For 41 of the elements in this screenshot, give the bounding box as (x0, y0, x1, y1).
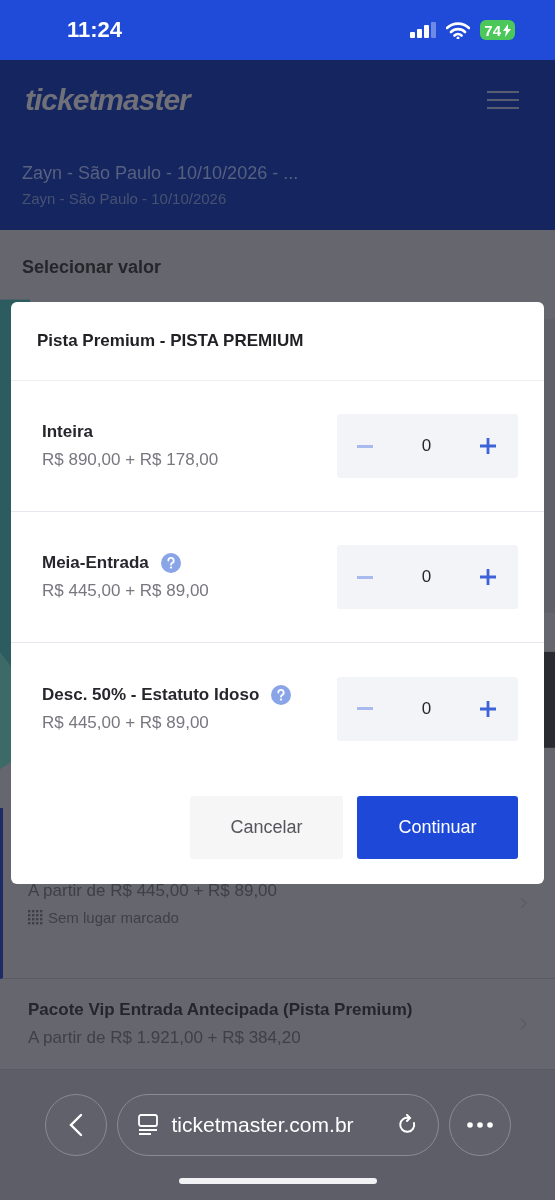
option-title: Pacote Vip Entrada Antecipada (Pista Premium) (28, 1000, 414, 1020)
status-time: 11:24 (67, 17, 124, 43)
quantity-value: 0 (421, 698, 432, 719)
modal-title: Pista Premium - PISTA PREMIUM (11, 302, 544, 381)
help-icon[interactable] (271, 684, 292, 705)
ticket-type: Inteira (42, 422, 94, 442)
minus-icon (357, 444, 373, 448)
ticket-price: R$ 890,00 + R$ 178,00 (42, 450, 220, 470)
address-bar[interactable]: ticketmaster.com.br (116, 1094, 439, 1156)
signal-icon (410, 22, 437, 38)
ticket-type: Desc. 50% - Estatuto Idoso (42, 684, 260, 705)
seat-grid-icon (28, 909, 43, 925)
quantity-value: 0 (421, 436, 432, 456)
quantity-stepper[interactable]: 0 (337, 545, 518, 609)
help-icon[interactable] (160, 553, 181, 573)
wifi-icon (446, 21, 471, 39)
event-title: Zayn - São Paulo - 10/10/2026 - ... (22, 163, 300, 184)
ticket-type: Meia-Entrada (42, 553, 149, 573)
cancel-button[interactable]: Cancelar (190, 796, 343, 859)
more-icon (466, 1122, 493, 1128)
battery-indicator: 74 (480, 20, 515, 40)
increase-button[interactable] (478, 436, 498, 456)
plus-icon (480, 438, 496, 454)
ticket-price: R$ 445,00 + R$ 89,00 (42, 581, 210, 601)
increase-button[interactable] (478, 567, 498, 587)
ticket-price: R$ 445,00 + R$ 89,00 (42, 712, 210, 733)
continue-button[interactable]: Continuar (357, 796, 518, 859)
quantity-stepper[interactable]: 0 (337, 414, 518, 478)
increase-button[interactable] (478, 698, 498, 719)
section-title: Selecionar valor (21, 256, 163, 279)
quantity-stepper[interactable]: 0 (337, 676, 518, 741)
plus-icon (480, 569, 496, 585)
menu-icon[interactable] (487, 91, 519, 109)
reload-icon[interactable] (397, 1114, 418, 1136)
minus-icon (357, 707, 373, 710)
url-text: ticketmaster.com.br (171, 1113, 355, 1137)
quantity-value: 0 (421, 567, 432, 587)
minus-icon (357, 575, 373, 579)
page-icon (137, 1114, 158, 1136)
plus-icon (480, 700, 496, 717)
back-icon (68, 1113, 83, 1137)
